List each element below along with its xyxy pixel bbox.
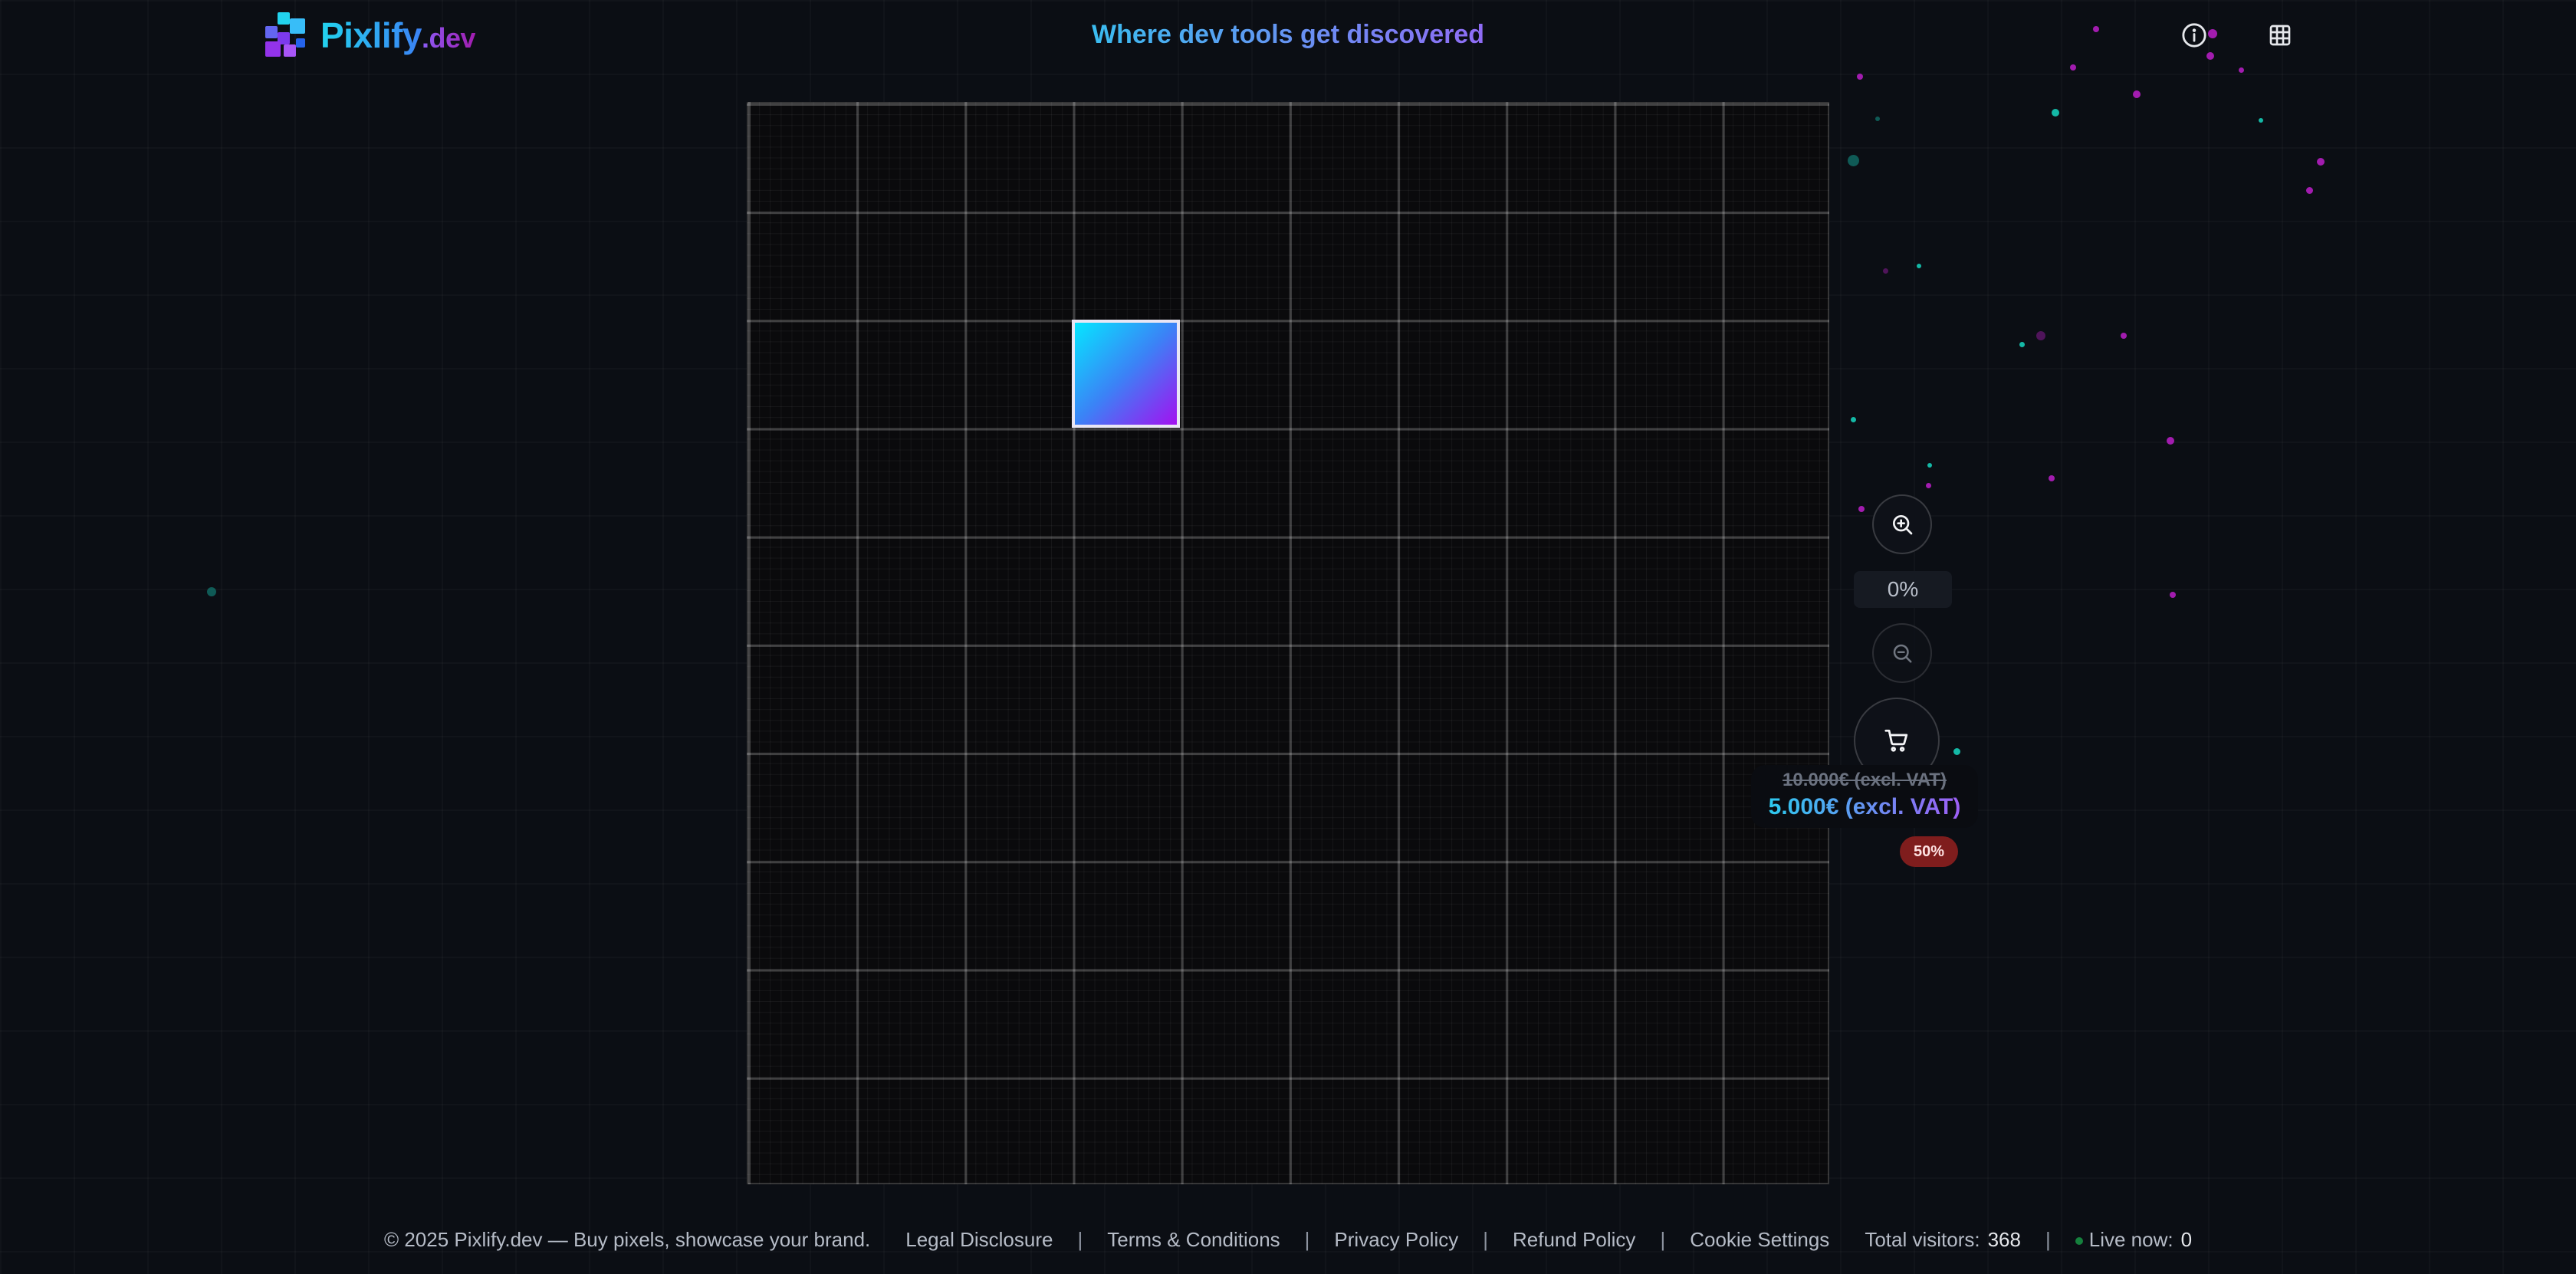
particle [2306, 187, 2313, 194]
live-now: Live now: 0 [2075, 1228, 2192, 1252]
particle [207, 587, 216, 596]
tagline: Where dev tools get discovered [981, 20, 1595, 50]
price-tag: 10.000€ (excl. VAT) 5.000€ (excl. VAT) [1751, 765, 1978, 828]
footer-separator: | [2045, 1227, 2051, 1251]
total-visitors: Total visitors: 368 [1865, 1228, 2021, 1252]
legal-disclosure-link[interactable]: Legal Disclosure [905, 1228, 1053, 1252]
particle [2019, 342, 2025, 347]
footer-separator: | [1660, 1227, 1666, 1251]
info-button[interactable] [2179, 20, 2210, 51]
particle [2170, 592, 2176, 598]
grid-view-button[interactable] [2265, 20, 2295, 51]
header: Pixlify.dev Where dev tools get discover… [0, 0, 2576, 74]
particle [1851, 417, 1856, 422]
particle [1917, 264, 1921, 268]
pixel-board[interactable] [747, 102, 1829, 1184]
privacy-policy-link[interactable]: Privacy Policy [1334, 1228, 1458, 1252]
grid-icon [2269, 25, 2291, 46]
live-status-dot-icon [2075, 1236, 2083, 1245]
cookie-settings-link[interactable]: Cookie Settings [1690, 1228, 1829, 1252]
zoom-in-icon [1893, 515, 1913, 535]
particle [2317, 158, 2325, 166]
refund-policy-link[interactable]: Refund Policy [1513, 1228, 1635, 1252]
particle [2049, 475, 2055, 481]
page: Pixlify.dev Where dev tools get discover… [0, 0, 2576, 1274]
particle [1848, 155, 1859, 166]
discounted-price: 5.000€ (excl. VAT) [1751, 794, 1978, 820]
particle [2121, 333, 2127, 339]
particle [1927, 463, 1932, 468]
logo-text: Pixlify.dev [320, 15, 476, 56]
live-count: 0 [2180, 1227, 2193, 1251]
cart-icon [1884, 729, 1908, 752]
particle [2259, 118, 2263, 123]
logo-main-text: Pixlify [320, 15, 422, 55]
zoom-out-icon [1893, 644, 1912, 663]
footer-separator: | [1304, 1227, 1310, 1251]
particle [1953, 748, 1960, 755]
logo-link[interactable]: Pixlify.dev [265, 12, 476, 58]
zoom-level-readout: 0% [1854, 571, 1952, 608]
discount-badge: 50% [1900, 836, 1958, 867]
logo-mark-icon [265, 12, 308, 58]
particle [2133, 90, 2141, 98]
particle [1857, 74, 1863, 80]
footer: © 2025 Pixlify.dev — Buy pixels, showcas… [0, 1220, 2576, 1259]
visitors-label: Total visitors: [1865, 1227, 1980, 1251]
particle [2167, 437, 2174, 445]
particle [2036, 331, 2045, 340]
particle [1858, 506, 1865, 512]
original-price: 10.000€ (excl. VAT) [1783, 770, 1947, 790]
particle [1883, 268, 1888, 274]
footer-separator: | [1483, 1227, 1489, 1251]
zoom-out-button[interactable] [1872, 623, 1932, 683]
terms-link[interactable]: Terms & Conditions [1107, 1228, 1280, 1252]
particle [1875, 117, 1880, 121]
info-icon [2182, 23, 2206, 48]
particle [1926, 483, 1931, 488]
live-label: Live now: [2088, 1227, 2174, 1251]
visitors-count: 368 [1987, 1227, 2021, 1251]
footer-separator: | [1077, 1227, 1083, 1251]
particle [2052, 109, 2059, 117]
logo-suffix-text: .dev [422, 22, 476, 54]
purchased-pixel-block[interactable] [1072, 320, 1180, 428]
copyright-text: © 2025 Pixlify.dev — Buy pixels, showcas… [383, 1227, 871, 1251]
zoom-in-button[interactable] [1872, 494, 1932, 554]
